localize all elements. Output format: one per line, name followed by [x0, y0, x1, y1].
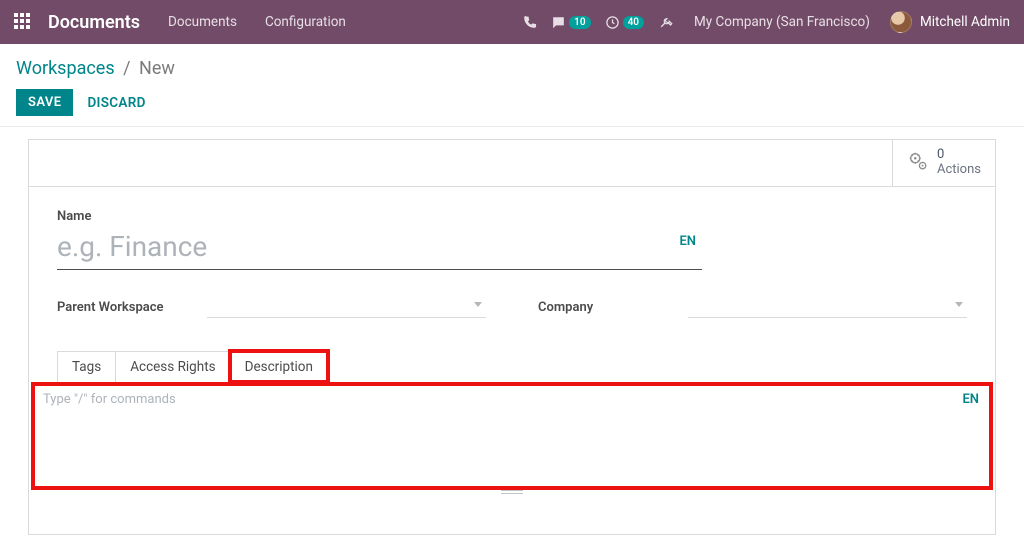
page-body: 0 Actions Name EN Parent Workspace Compa…: [0, 127, 1024, 535]
description-editor[interactable]: Type "/" for commands EN: [29, 382, 995, 490]
breadcrumb: Workspaces / New: [16, 58, 1008, 79]
dev-tools-icon[interactable]: [658, 15, 673, 30]
parent-workspace-select[interactable]: [207, 296, 486, 318]
gears-icon: [907, 150, 929, 176]
phone-icon[interactable]: [522, 15, 537, 30]
resize-handle[interactable]: [501, 490, 523, 494]
company-label: Company: [538, 296, 688, 315]
breadcrumb-root[interactable]: Workspaces: [16, 58, 115, 79]
tabs: Tags Access Rights Description: [57, 351, 967, 382]
app-title: Documents: [48, 12, 140, 33]
form-sheet: 0 Actions Name EN Parent Workspace Compa…: [28, 139, 996, 535]
company-select[interactable]: [688, 296, 967, 318]
description-translate-button[interactable]: EN: [962, 392, 979, 407]
save-button[interactable]: SAVE: [16, 89, 73, 116]
chat-icon[interactable]: 10: [551, 15, 590, 30]
actions-stat-button[interactable]: 0 Actions: [892, 140, 995, 186]
navbar: Documents Documents Configuration 10 40 …: [0, 0, 1024, 44]
chat-badge: 10: [569, 16, 590, 29]
tab-tags[interactable]: Tags: [57, 351, 116, 382]
tab-access-rights[interactable]: Access Rights: [115, 351, 230, 382]
actions-count: 0: [937, 148, 981, 163]
user-name: Mitchell Admin: [920, 14, 1010, 30]
name-translate-button[interactable]: EN: [679, 234, 696, 249]
breadcrumb-current: New: [139, 58, 175, 79]
user-menu[interactable]: Mitchell Admin: [890, 11, 1010, 33]
name-label: Name: [57, 209, 967, 224]
name-input[interactable]: [57, 228, 702, 270]
parent-workspace-label: Parent Workspace: [57, 296, 207, 315]
tab-description[interactable]: Description: [230, 351, 328, 382]
apps-icon[interactable]: [14, 13, 32, 31]
control-panel: Workspaces / New SAVE DISCARD: [0, 44, 1024, 127]
activity-badge: 40: [623, 16, 644, 29]
nav-documents[interactable]: Documents: [168, 14, 237, 30]
activity-icon[interactable]: 40: [605, 15, 644, 30]
nav-configuration[interactable]: Configuration: [265, 14, 346, 30]
company-switcher[interactable]: My Company (San Francisco): [694, 14, 870, 30]
statusbar: 0 Actions: [29, 140, 995, 187]
avatar: [890, 11, 912, 33]
actions-label: Actions: [937, 163, 981, 178]
discard-button[interactable]: DISCARD: [87, 95, 145, 111]
editor-placeholder: Type "/" for commands: [43, 392, 176, 407]
